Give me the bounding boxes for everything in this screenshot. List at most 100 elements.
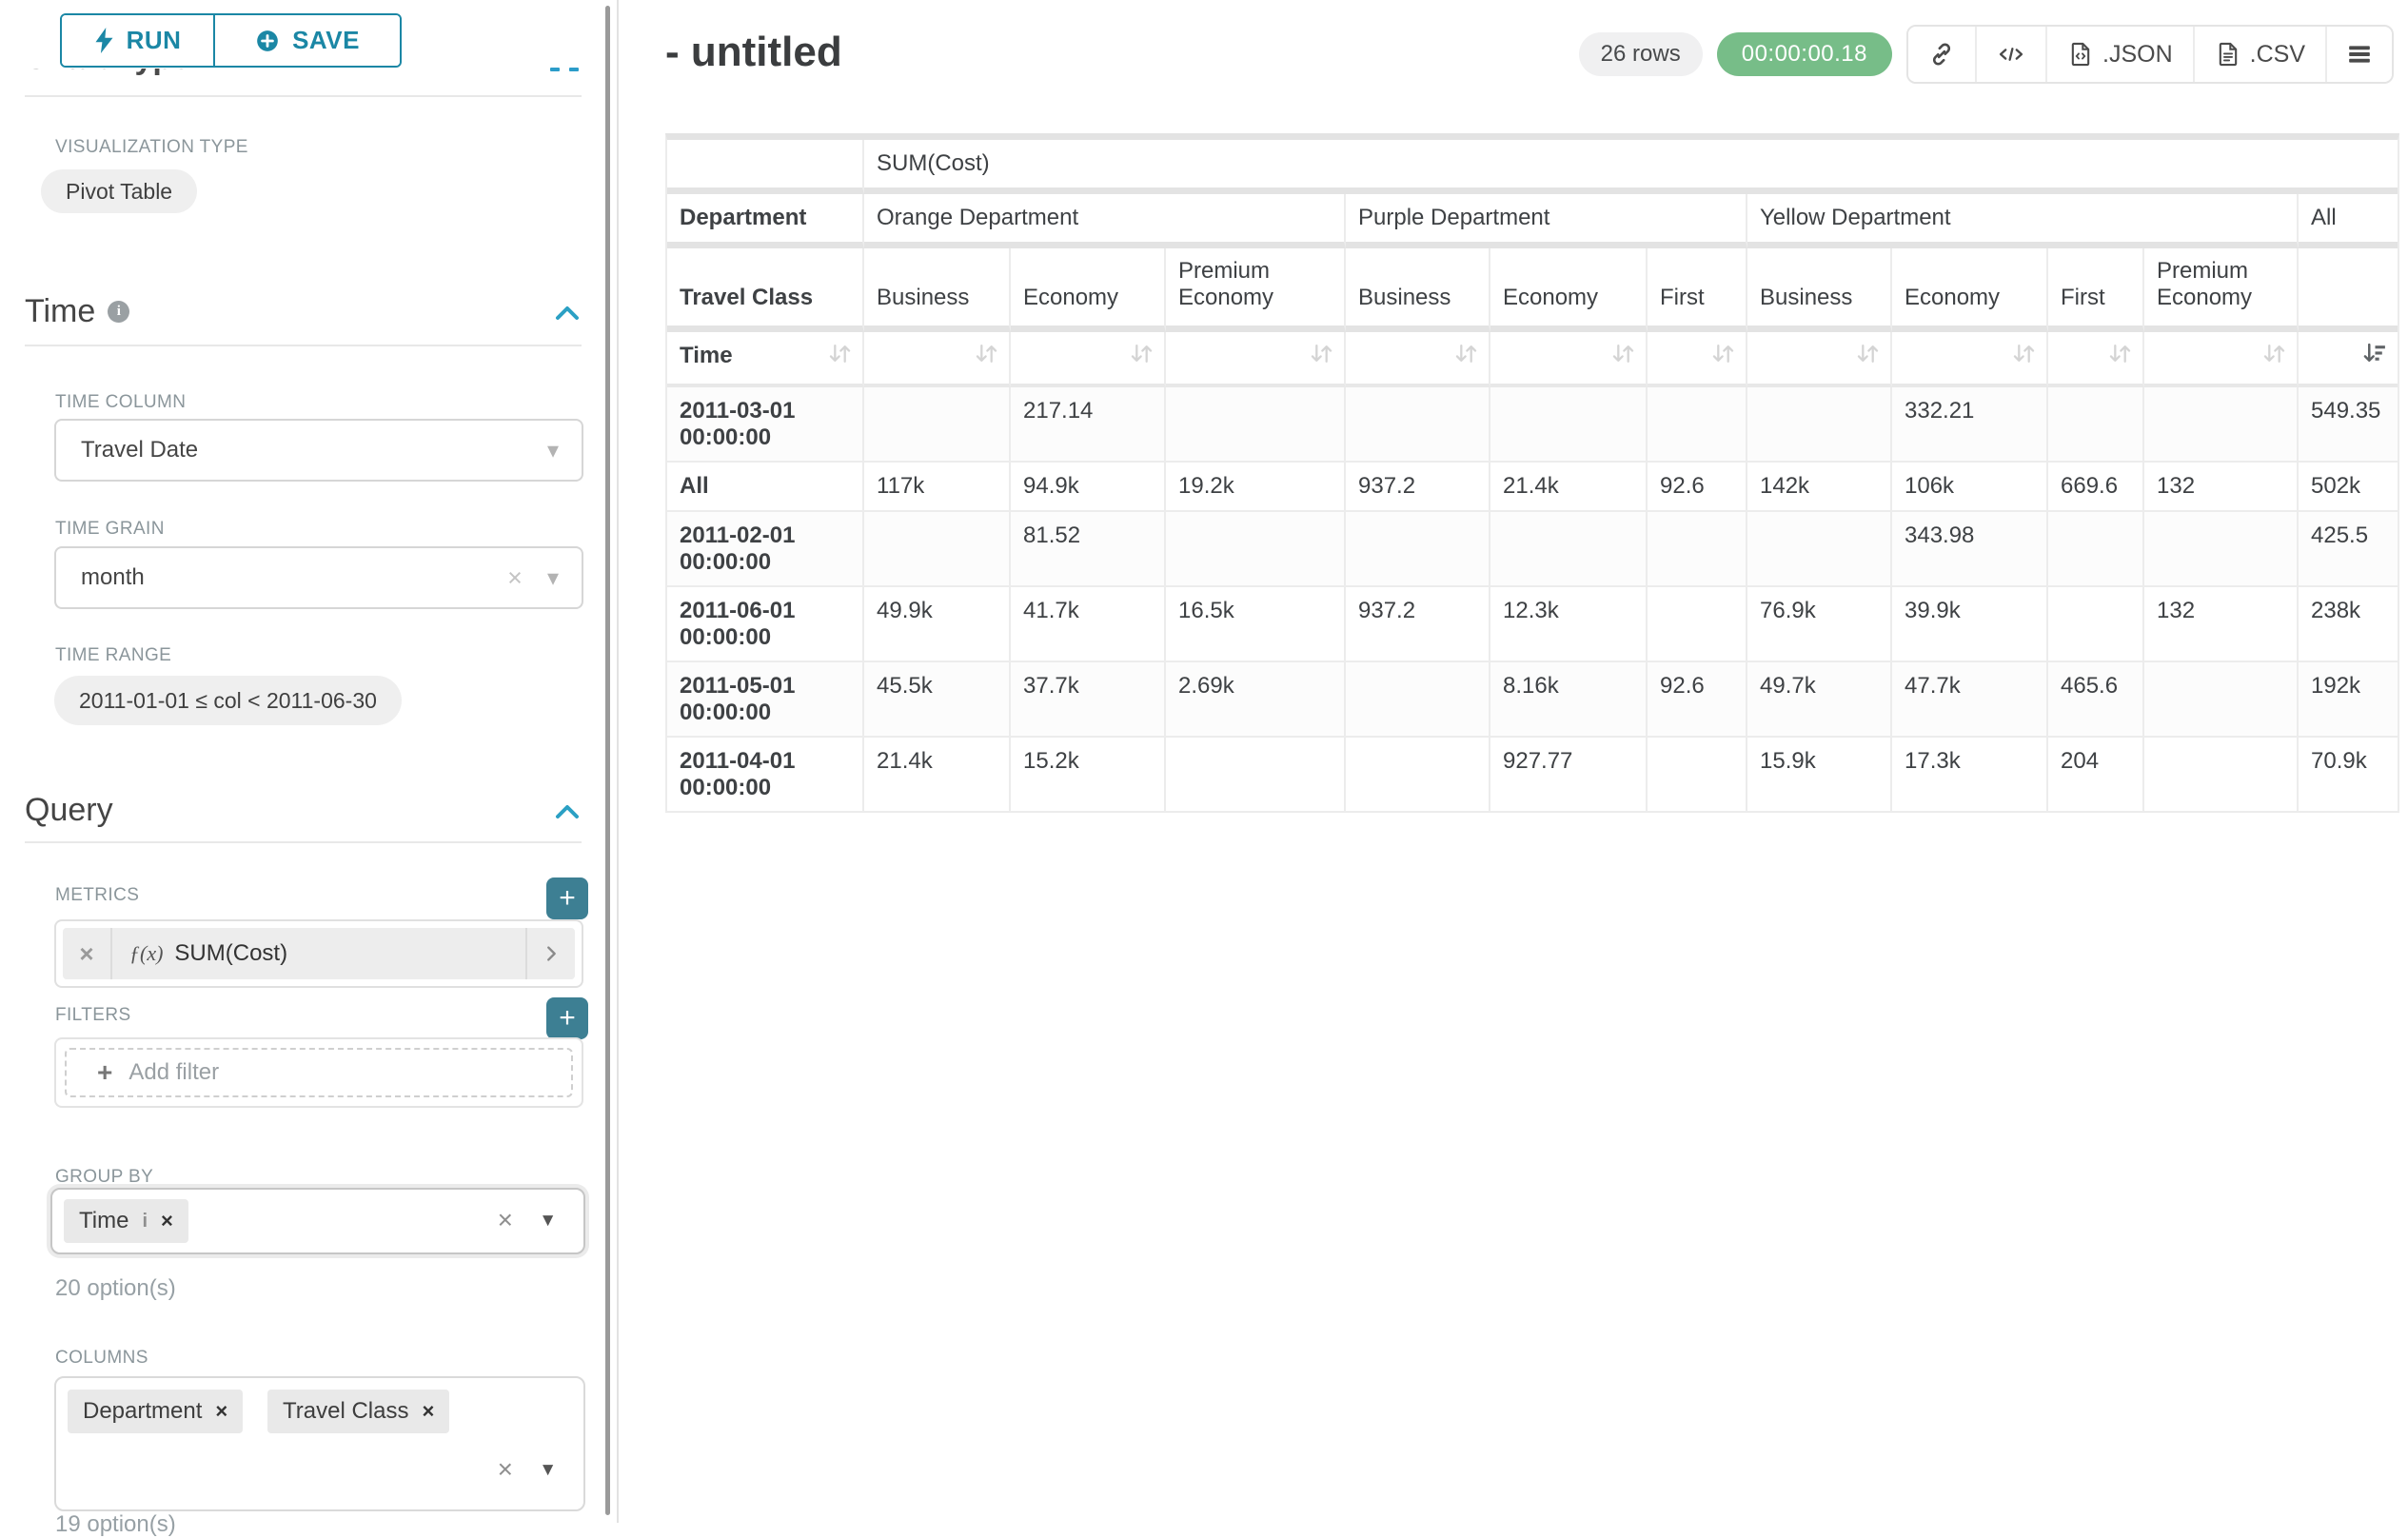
run-button[interactable]: RUN — [62, 15, 215, 66]
section-divider — [25, 345, 582, 346]
pivot-leaf-header: Premium Economy — [2144, 248, 2299, 332]
pivot-sort-cell[interactable] — [1490, 332, 1648, 387]
pivot-sort-cell[interactable] — [1166, 332, 1346, 387]
view-query-button[interactable] — [1975, 27, 2045, 82]
export-csv-button[interactable]: .CSV — [2193, 27, 2325, 82]
pivot-value-cell: 927.77 — [1490, 738, 1648, 811]
pivot-value-cell: 49.9k — [864, 587, 1011, 662]
pivot-leaf-header: Economy — [1892, 248, 2048, 332]
pivot-value-cell: 76.9k — [1747, 587, 1892, 662]
sidebar-scrollbar[interactable] — [605, 6, 610, 1515]
pivot-value-cell — [1648, 738, 1747, 811]
chevron-right-icon — [541, 943, 562, 964]
sort-toggle-icon[interactable] — [2011, 341, 2037, 373]
group-by-select[interactable]: Time i × × ▼ — [50, 1188, 585, 1254]
sort-toggle-icon[interactable] — [827, 341, 853, 373]
time-column-select[interactable]: Travel Date ▾ — [54, 419, 583, 482]
columns-select[interactable]: Department × Travel Class × × ▼ — [54, 1376, 585, 1511]
sort-toggle-icon[interactable] — [1453, 341, 1479, 373]
clear-icon[interactable]: × — [498, 1205, 513, 1235]
pivot-leaf-header: Economy — [1011, 248, 1166, 332]
sort-toggle-icon[interactable] — [2107, 341, 2133, 373]
time-range-value[interactable]: 2011-01-01 ≤ col < 2011-06-30 — [54, 676, 402, 725]
collapse-chevron-icon[interactable] — [554, 303, 581, 324]
pivot-sort-cell[interactable] — [864, 332, 1011, 387]
save-button[interactable]: SAVE — [215, 15, 400, 66]
time-section-header[interactable]: Time i — [25, 293, 129, 330]
pivot-value-cell: 192k — [2299, 662, 2398, 738]
sort-toggle-icon[interactable] — [974, 341, 999, 373]
pivot-value-cell: 21.4k — [864, 738, 1011, 811]
file-csv-icon — [2215, 41, 2241, 68]
save-button-label: SAVE — [292, 26, 360, 55]
pivot-leaf-header: Economy — [1490, 248, 1648, 332]
pivot-value-cell — [864, 387, 1011, 463]
sort-toggle-icon[interactable] — [1309, 341, 1334, 373]
pivot-value-cell — [2048, 387, 2144, 463]
metric-pill[interactable]: × ƒ(x) SUM(Cost) — [63, 928, 575, 979]
run-button-label: RUN — [127, 26, 182, 55]
pivot-value-cell: 425.5 — [2299, 512, 2398, 587]
pivot-sort-cell[interactable] — [1747, 332, 1892, 387]
pivot-sort-cell[interactable] — [1011, 332, 1166, 387]
add-metric-button[interactable]: + — [546, 877, 588, 919]
pivot-row-label: 2011-02-01 00:00:00 — [667, 512, 864, 587]
chevron-down-icon[interactable]: ▼ — [539, 1460, 557, 1481]
time-grain-value: month — [56, 564, 507, 591]
pivot-leaf-header: Business — [864, 248, 1011, 332]
pivot-value-cell: 8.16k — [1490, 662, 1648, 738]
pivot-value-cell: 669.6 — [2048, 463, 2144, 512]
add-filter-button[interactable]: + — [546, 997, 588, 1039]
pivot-value-cell — [2144, 512, 2299, 587]
sort-toggle-icon[interactable] — [1129, 341, 1155, 373]
group-by-label: GROUP BY — [55, 1167, 153, 1188]
pivot-sort-cell[interactable] — [1892, 332, 2048, 387]
visualization-type-label: VISUALIZATION TYPE — [55, 137, 248, 158]
time-section-title: Time — [25, 293, 95, 330]
clear-icon[interactable]: × — [507, 563, 547, 593]
columns-chip-travel-class[interactable]: Travel Class × — [267, 1390, 449, 1433]
pivot-value-cell — [1346, 512, 1490, 587]
query-section-title: Query — [25, 792, 113, 829]
chart-title[interactable]: - untitled — [665, 29, 842, 76]
pivot-value-cell: 2.69k — [1166, 662, 1346, 738]
pivot-value-cell: 132 — [2144, 587, 2299, 662]
metric-name: SUM(Cost) — [174, 940, 287, 967]
remove-chip-icon[interactable]: × — [161, 1209, 173, 1233]
table-row: All117k94.9k19.2k937.221.4k92.6142k106k6… — [667, 463, 2398, 512]
pivot-row-dimension[interactable]: Time — [667, 332, 864, 387]
clear-icon[interactable]: × — [498, 1454, 513, 1485]
pivot-group-header: Yellow Department — [1747, 194, 2299, 248]
columns-chip-department[interactable]: Department × — [68, 1390, 243, 1433]
pivot-value-cell: 49.7k — [1747, 662, 1892, 738]
more-options-button[interactable] — [2325, 27, 2392, 82]
copy-link-button[interactable] — [1908, 27, 1975, 82]
remove-chip-icon[interactable]: × — [422, 1399, 434, 1424]
group-by-chip-time[interactable]: Time i × — [64, 1199, 188, 1243]
collapse-chevron-icon[interactable] — [554, 801, 581, 822]
pivot-value-cell: 117k — [864, 463, 1011, 512]
pivot-sort-cell[interactable] — [2144, 332, 2299, 387]
pivot-value-cell: 106k — [1892, 463, 2048, 512]
expand-metric-icon[interactable] — [525, 928, 575, 979]
control-panel-sidebar: Chart Type RUN SAVE VISUALIZATION TYPE P… — [0, 0, 619, 1523]
remove-chip-icon[interactable]: × — [215, 1399, 227, 1424]
sort-toggle-icon[interactable] — [1855, 341, 1881, 373]
time-grain-select[interactable]: month × ▾ — [54, 546, 583, 609]
remove-metric-icon[interactable]: × — [63, 928, 112, 979]
pivot-sort-cell[interactable] — [2299, 332, 2398, 387]
sort-toggle-icon[interactable] — [1710, 341, 1736, 373]
pivot-sort-cell[interactable] — [1346, 332, 1490, 387]
column-info-icon: i — [142, 1211, 148, 1232]
sort-desc-icon[interactable] — [2362, 341, 2388, 373]
export-json-button[interactable]: .JSON — [2045, 27, 2193, 82]
sort-toggle-icon[interactable] — [2261, 341, 2287, 373]
sort-toggle-icon[interactable] — [1610, 341, 1636, 373]
chevron-down-icon[interactable]: ▼ — [539, 1211, 557, 1232]
add-filter-dropzone[interactable]: + Add filter — [65, 1048, 573, 1097]
pivot-value-cell: 937.2 — [1346, 587, 1490, 662]
pivot-sort-cell[interactable] — [1648, 332, 1747, 387]
visualization-type-value[interactable]: Pivot Table — [41, 169, 197, 213]
query-section-header[interactable]: Query — [25, 792, 113, 829]
pivot-sort-cell[interactable] — [2048, 332, 2144, 387]
